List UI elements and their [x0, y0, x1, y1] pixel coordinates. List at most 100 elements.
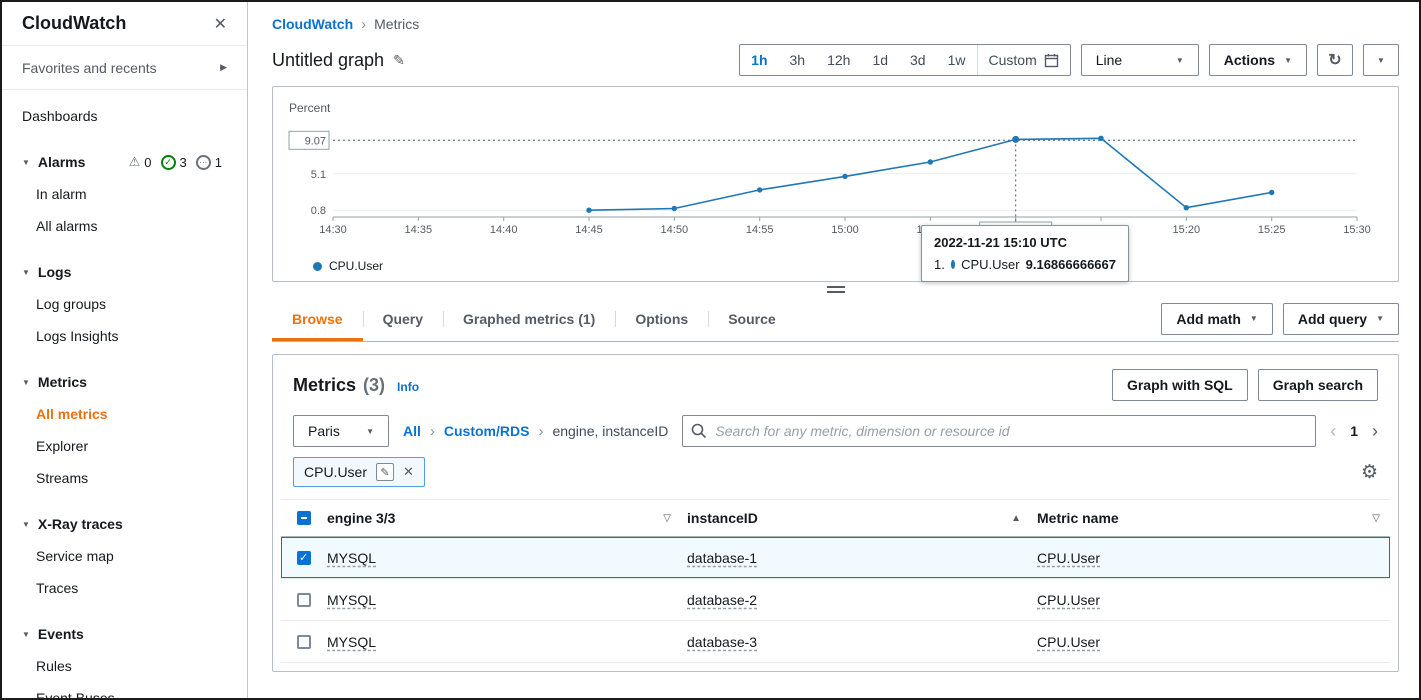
range-1d[interactable]: 1d	[861, 45, 899, 75]
range-12h[interactable]: 12h	[816, 45, 861, 75]
next-page-icon[interactable]: ›	[1372, 421, 1378, 442]
sidebar-nav: Dashboards ▼ Alarms ⚠ 0 ✓ 3 ⋯ 1 In alarm…	[2, 90, 247, 698]
chevron-down-icon: ▼	[1250, 314, 1258, 323]
sidebar-item-traces[interactable]: Traces	[2, 572, 247, 604]
ok-count: 3	[180, 155, 187, 170]
sidebar-item-dashboards[interactable]: Dashboards	[2, 100, 247, 132]
svg-text:15:25: 15:25	[1258, 224, 1286, 236]
range-1h[interactable]: 1h	[740, 45, 778, 75]
sort-ascending-icon[interactable]: ▲	[1011, 513, 1021, 524]
select-all-checkbox[interactable]	[297, 511, 311, 525]
previous-page-icon[interactable]: ‹	[1330, 421, 1336, 442]
metrics-title: Metrics	[293, 375, 356, 396]
table-row[interactable]: MYSQL database-2 CPU.User	[281, 579, 1390, 621]
edit-icon[interactable]: ✎	[376, 463, 394, 481]
panel-resize-handle[interactable]	[272, 282, 1399, 296]
tab-options[interactable]: Options	[615, 296, 708, 341]
region-select[interactable]: Paris ▼	[293, 415, 389, 447]
column-header-instanceid[interactable]: instanceID	[687, 510, 758, 526]
breadcrumb-metrics: Metrics	[374, 16, 419, 32]
crumb-dimensions: engine, instanceID	[552, 423, 668, 439]
svg-text:15:30: 15:30	[1343, 224, 1371, 236]
sidebar-item-in-alarm[interactable]: In alarm	[2, 178, 247, 210]
remove-filter-icon[interactable]: ✕	[403, 464, 414, 480]
grip-icon	[827, 286, 845, 293]
graph-title: Untitled graph	[272, 50, 384, 71]
chart-type-select[interactable]: Line ▼	[1081, 44, 1199, 76]
metrics-line-chart[interactable]: 14:3014:3514:4014:4514:5014:5515:0015:05…	[285, 121, 1375, 271]
sidebar-item-logs-insights[interactable]: Logs Insights	[2, 320, 247, 352]
sidebar-item-all-alarms[interactable]: All alarms	[2, 210, 247, 242]
engine-cell[interactable]: MYSQL	[327, 592, 376, 608]
svg-text:14:55: 14:55	[746, 224, 774, 236]
ok-check-icon: ✓	[161, 155, 176, 170]
chevron-down-icon: ▼	[1284, 56, 1292, 65]
chevron-down-icon: ▼	[1376, 314, 1384, 323]
tab-browse[interactable]: Browse	[272, 296, 363, 341]
sidebar-item-service-map[interactable]: Service map	[2, 540, 247, 572]
svg-text:5.1: 5.1	[311, 169, 326, 181]
tab-source[interactable]: Source	[708, 296, 795, 341]
chart-tooltip: 2022-11-21 15:10 UTC 1. CPU.User 9.16866…	[921, 225, 1129, 282]
engine-cell[interactable]: MYSQL	[327, 550, 376, 566]
column-header-metric-name[interactable]: Metric name	[1037, 510, 1119, 526]
row-checkbox[interactable]	[297, 593, 311, 607]
sidebar-item-explorer[interactable]: Explorer	[2, 430, 247, 462]
sidebar-section-header-logs[interactable]: ▼ Logs	[2, 256, 247, 288]
graph-search-button[interactable]: Graph search	[1258, 369, 1378, 401]
sidebar-section-header-xray[interactable]: ▼ X-Ray traces	[2, 508, 247, 540]
row-checkbox[interactable]	[297, 635, 311, 649]
svg-text:15:20: 15:20	[1173, 224, 1201, 236]
engine-cell[interactable]: MYSQL	[327, 634, 376, 650]
crumb-all[interactable]: All	[403, 423, 421, 439]
add-math-button[interactable]: Add math ▼	[1161, 303, 1272, 335]
sidebar-section-header-events[interactable]: ▼ Events	[2, 618, 247, 650]
column-header-engine[interactable]: engine 3/3	[327, 510, 395, 526]
sidebar-section-header-metrics[interactable]: ▼ Metrics	[2, 366, 247, 398]
chart-legend[interactable]: CPU.User	[313, 259, 383, 273]
sidebar-item-all-metrics[interactable]: All metrics	[2, 398, 247, 430]
instance-cell[interactable]: database-3	[687, 634, 757, 650]
sidebar-title: CloudWatch	[22, 13, 126, 34]
filter-icon[interactable]: ▽	[663, 513, 671, 524]
graph-with-sql-button[interactable]: Graph with SQL	[1112, 369, 1248, 401]
sidebar-item-log-groups[interactable]: Log groups	[2, 288, 247, 320]
tab-query[interactable]: Query	[363, 296, 443, 341]
instance-cell[interactable]: database-1	[687, 550, 757, 566]
tab-graphed-metrics[interactable]: Graphed metrics (1)	[443, 296, 615, 341]
row-checkbox[interactable]	[297, 551, 311, 565]
search-input[interactable]	[682, 415, 1316, 447]
close-icon[interactable]: ✕	[214, 14, 227, 34]
svg-text:14:40: 14:40	[490, 224, 518, 236]
filter-icon[interactable]: ▽	[1372, 513, 1380, 524]
metric-cell[interactable]: CPU.User	[1037, 634, 1100, 650]
sidebar-item-rules[interactable]: Rules	[2, 650, 247, 682]
tabs-bar: Browse Query Graphed metrics (1) Options…	[272, 296, 1399, 342]
range-1w[interactable]: 1w	[937, 45, 977, 75]
metrics-breadcrumb: All › Custom/RDS › engine, instanceID	[403, 423, 668, 440]
metric-cell[interactable]: CPU.User	[1037, 550, 1100, 566]
metric-cell[interactable]: CPU.User	[1037, 592, 1100, 608]
sidebar-section-header-alarms[interactable]: ▼ Alarms ⚠ 0 ✓ 3 ⋯ 1	[2, 146, 247, 178]
sidebar-item-event-buses[interactable]: Event Buses	[2, 682, 247, 698]
sidebar-item-streams[interactable]: Streams	[2, 462, 247, 494]
crumb-custom-rds[interactable]: Custom/RDS	[444, 423, 530, 439]
breadcrumb-cloudwatch[interactable]: CloudWatch	[272, 16, 353, 32]
range-3h[interactable]: 3h	[779, 45, 817, 75]
table-row[interactable]: MYSQL database-1 CPU.User	[281, 537, 1390, 579]
actions-button[interactable]: Actions ▼	[1209, 44, 1307, 76]
info-link[interactable]: Info	[397, 380, 419, 394]
table-row[interactable]: MYSQL database-3 CPU.User	[281, 621, 1390, 663]
page-number[interactable]: 1	[1350, 423, 1358, 439]
add-query-button[interactable]: Add query ▼	[1283, 303, 1399, 335]
edit-icon[interactable]: ✎	[393, 52, 405, 69]
range-3d[interactable]: 3d	[899, 45, 937, 75]
range-custom[interactable]: Custom	[977, 45, 1070, 75]
logs-label: Logs	[38, 264, 71, 280]
settings-gear-icon[interactable]: ⚙	[1361, 463, 1378, 482]
refresh-options-button[interactable]: ▼	[1363, 44, 1399, 76]
sidebar-favorites[interactable]: Favorites and recents ▶	[2, 46, 247, 90]
filter-chip-row: CPU.User ✎ ✕ ⚙	[273, 453, 1398, 497]
refresh-button[interactable]: ↻	[1317, 44, 1353, 76]
instance-cell[interactable]: database-2	[687, 592, 757, 608]
